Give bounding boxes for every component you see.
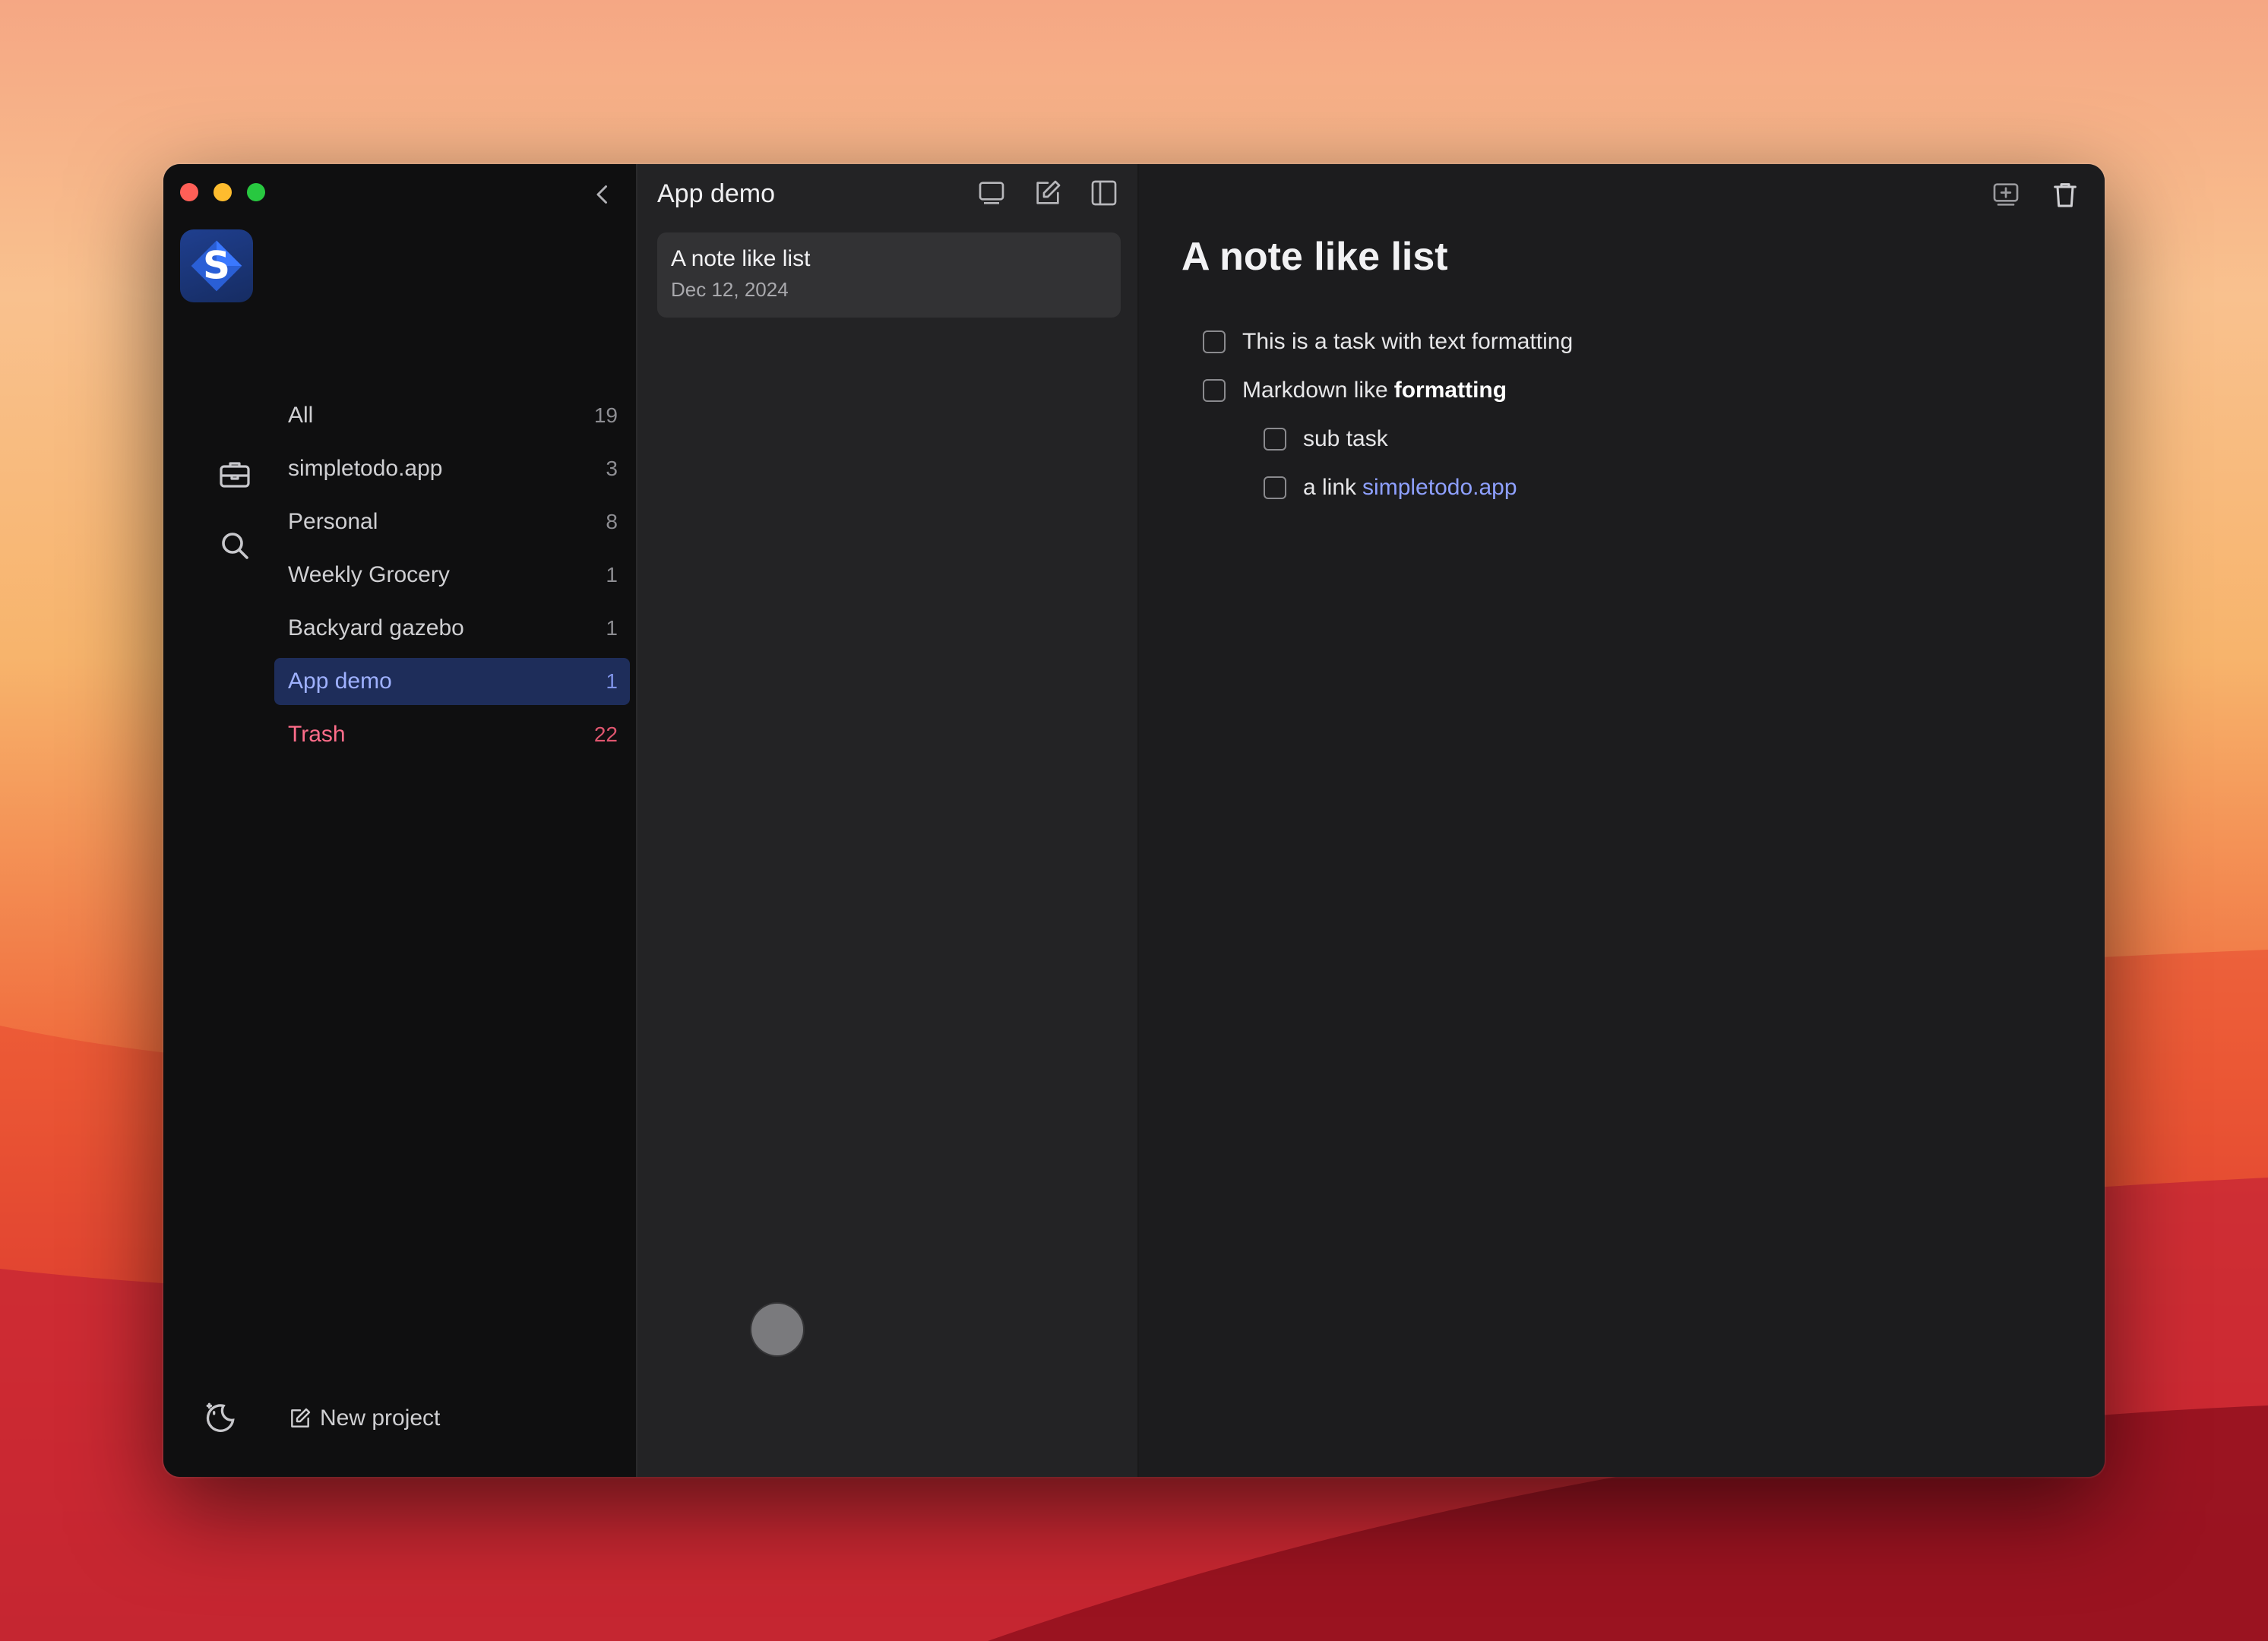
export-icon[interactable] [1991, 179, 2021, 210]
task-text[interactable]: Markdown like [1242, 378, 1388, 403]
note-editor: A note like list This is a task with tex… [1139, 164, 2105, 1477]
project-label: Backyard gazebo [288, 615, 464, 640]
project-item-simpletodo[interactable]: simpletodo.app 3 [274, 445, 630, 492]
editor-toolbar [1991, 179, 2080, 210]
note-heading[interactable]: A note like list [1181, 234, 1448, 280]
project-list: All 19 simpletodo.app 3 Personal 8 Weekl… [274, 392, 630, 764]
project-count: 1 [606, 669, 618, 693]
project-label: Personal [288, 509, 378, 534]
note-list-pane: App demo A note like list Dec 12, 2024 [637, 164, 1139, 1477]
trash-icon[interactable] [2050, 179, 2080, 210]
subtask-item: sub task [1264, 415, 1573, 463]
note-date: Dec 12, 2024 [671, 278, 789, 301]
note-list-title: App demo [657, 179, 775, 208]
subtask-item: a link simpletodo.app [1264, 463, 1573, 512]
task-checkbox[interactable] [1264, 476, 1286, 499]
sidebar-toggle-icon[interactable] [1089, 178, 1119, 208]
project-label: All [288, 403, 314, 428]
briefcase-icon[interactable] [217, 456, 253, 492]
theme-toggle-icon[interactable] [201, 1398, 239, 1436]
task-link[interactable]: simpletodo.app [1362, 475, 1517, 501]
project-count: 8 [606, 510, 618, 533]
project-label: App demo [288, 669, 392, 694]
project-item-personal[interactable]: Personal 8 [274, 498, 630, 545]
new-project-button[interactable]: New project [288, 1405, 440, 1431]
close-window-button[interactable] [180, 183, 198, 201]
task-list: This is a task with text formatting Mark… [1203, 318, 1573, 512]
project-count: 22 [593, 722, 618, 746]
project-item-trash[interactable]: Trash 22 [274, 711, 630, 758]
project-item-app-demo[interactable]: App demo 1 [274, 658, 630, 705]
task-text[interactable]: This is a task with text formatting [1242, 329, 1573, 355]
note-list-item[interactable]: A note like list Dec 12, 2024 [657, 232, 1121, 318]
task-text[interactable]: a link [1303, 475, 1356, 501]
svg-text:S: S [203, 244, 230, 288]
task-item: Markdown like formatting [1203, 366, 1573, 415]
note-title: A note like list [671, 246, 811, 271]
project-item-weekly-grocery[interactable]: Weekly Grocery 1 [274, 552, 630, 599]
task-text[interactable]: sub task [1303, 426, 1388, 452]
project-item-all[interactable]: All 19 [274, 392, 630, 439]
task-item: This is a task with text formatting [1203, 318, 1573, 366]
chevron-left-icon[interactable] [589, 181, 616, 208]
sidebar-rail: S [180, 229, 256, 302]
task-checkbox[interactable] [1203, 330, 1226, 353]
app-logo[interactable]: S [180, 229, 253, 302]
compose-icon [291, 1408, 311, 1428]
project-count: 1 [606, 616, 618, 640]
zoom-window-button[interactable] [247, 183, 265, 201]
sidebar: S All 19 simpletodo.app 3 Personal 8 Wee… [163, 164, 637, 1477]
search-icon[interactable] [217, 527, 253, 564]
project-item-backyard-gazebo[interactable]: Backyard gazebo 1 [274, 605, 630, 652]
traffic-lights [180, 183, 265, 201]
project-count: 1 [606, 563, 618, 587]
project-count: 3 [606, 457, 618, 480]
project-label: simpletodo.app [288, 456, 443, 481]
new-project-label: New project [320, 1405, 441, 1431]
project-label: Weekly Grocery [288, 562, 450, 587]
compose-icon[interactable] [1033, 178, 1063, 208]
note-list-toolbar [976, 178, 1119, 208]
task-bold-text[interactable]: formatting [1394, 378, 1507, 403]
project-label: Trash [288, 722, 346, 747]
preview-icon[interactable] [976, 178, 1007, 208]
minimize-window-button[interactable] [214, 183, 232, 201]
pointer-cursor-indicator [751, 1304, 803, 1355]
app-window: S All 19 simpletodo.app 3 Personal 8 Wee… [163, 164, 2105, 1477]
task-checkbox[interactable] [1264, 428, 1286, 451]
task-checkbox[interactable] [1203, 379, 1226, 402]
project-count: 19 [593, 403, 618, 427]
